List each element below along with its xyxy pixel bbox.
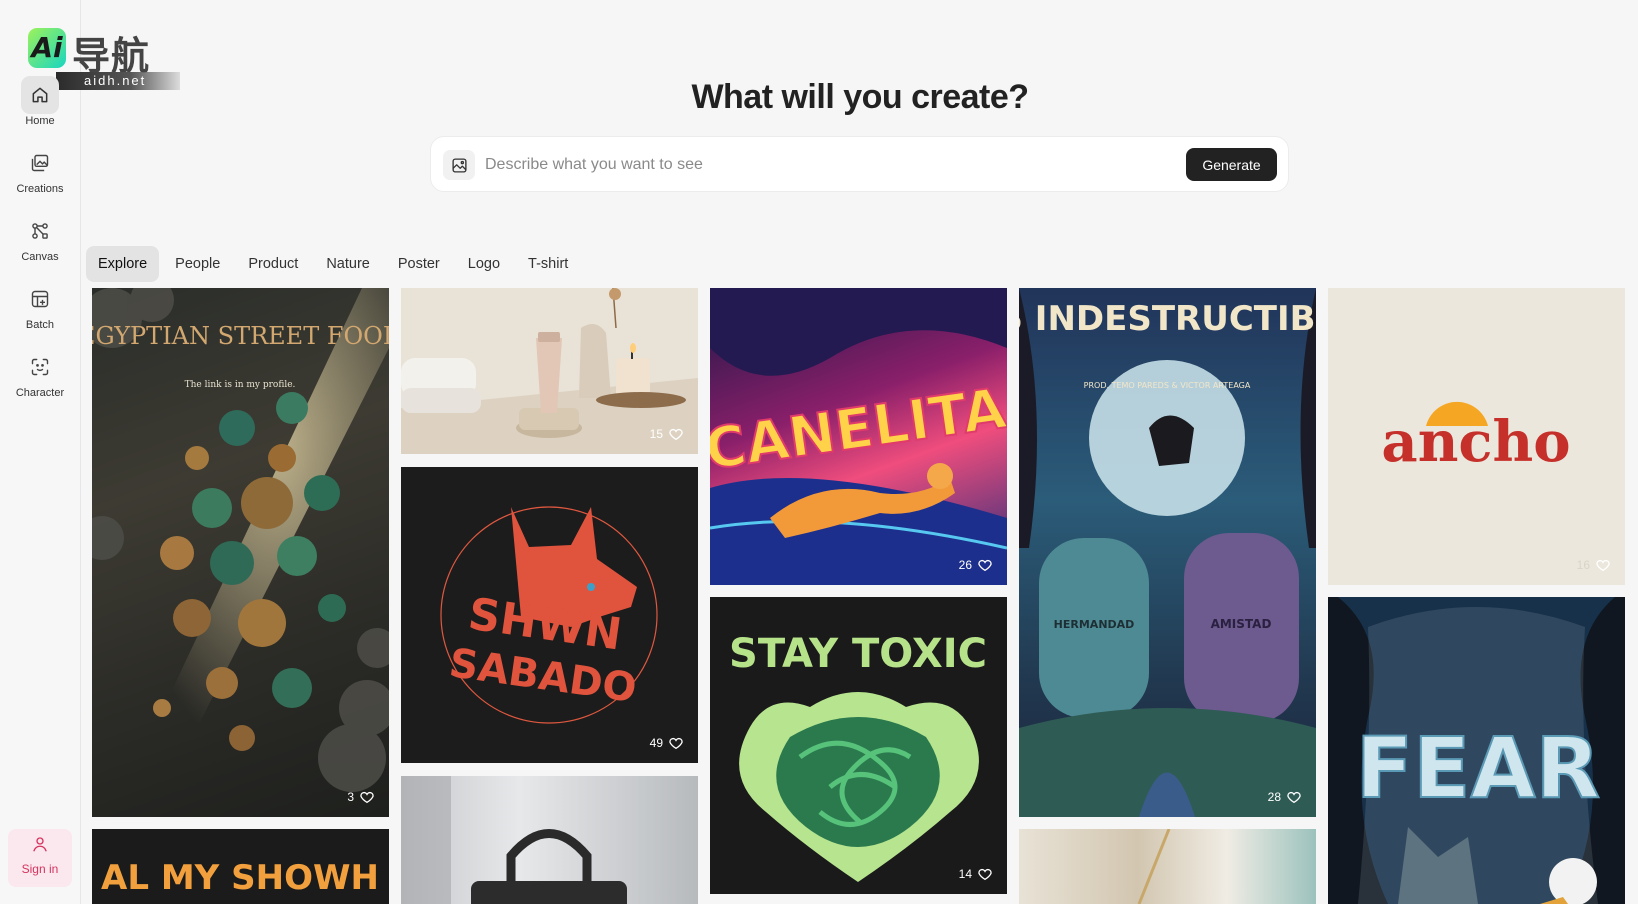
heart-icon <box>978 868 992 881</box>
gallery-card-fear[interactable]: FEAR <box>1328 597 1625 904</box>
card-title: LOS INDESTRUCTIBLES <box>1019 299 1316 339</box>
card-title: FEAR <box>1356 719 1600 817</box>
card-artwork: AL MY SHOWH <box>101 858 379 898</box>
card-title: EGYPTIAN STREET FOOD <box>92 322 389 350</box>
category-tabs: Explore People Product Nature Poster Log… <box>86 246 584 282</box>
like-count: 49 <box>649 736 663 750</box>
like-count: 3 <box>347 790 354 804</box>
card-artwork: LOS INDESTRUCTIBLES PROD. TEMO PAREDS & … <box>1019 288 1316 817</box>
image-upload-button[interactable] <box>443 150 475 180</box>
sidebar: Ai 导航 aidh.net Home Creations Canvas Bat… <box>0 0 180 904</box>
card-title: ancho <box>1381 409 1570 475</box>
like-count: 28 <box>1267 790 1281 804</box>
sidebar-item-home[interactable]: Home <box>0 76 80 136</box>
heart-icon <box>360 791 374 804</box>
sidebar-item-batch[interactable]: Batch <box>0 280 80 340</box>
gallery-card-staytoxic[interactable]: STAY TOXIC 14 <box>710 597 1007 894</box>
card-artwork: ancho <box>1381 401 1571 475</box>
page-title: What will you create? <box>691 78 1029 116</box>
sidebar-item-label: Batch <box>25 319 55 331</box>
tab-nature[interactable]: Nature <box>314 246 382 282</box>
heart-icon <box>669 737 683 750</box>
gallery-card-egyptian[interactable]: EGYPTIAN STREET FOOD The link is in my p… <box>92 288 389 817</box>
heart-icon <box>1596 559 1610 572</box>
like-count: 16 <box>1576 558 1590 572</box>
like-counter[interactable]: 3 <box>347 789 375 805</box>
tab-people[interactable]: People <box>163 246 232 282</box>
tab-logo[interactable]: Logo <box>456 246 512 282</box>
sidebar-item-character[interactable]: Character <box>0 348 80 408</box>
sidebar-item-creations[interactable]: Creations <box>0 144 80 204</box>
tab-explore[interactable]: Explore <box>86 246 160 282</box>
images-icon <box>21 144 59 182</box>
like-counter[interactable]: 49 <box>650 735 684 751</box>
card-artwork <box>1137 829 1171 904</box>
card-artwork: CANELITA <box>710 288 1007 585</box>
like-counter[interactable]: 14 <box>959 866 993 882</box>
prompt-bar: Generate <box>430 136 1289 192</box>
card-subtitle: The link is in my profile. <box>185 380 296 390</box>
card-title: STAY TOXIC <box>729 631 987 677</box>
user-icon <box>33 837 47 852</box>
gallery-card-showh[interactable]: AL MY SHOWH <box>92 829 389 904</box>
logo-mark: Ai <box>28 28 66 68</box>
tab-tshirt[interactable]: T-shirt <box>516 246 580 282</box>
like-counter[interactable]: 26 <box>959 557 993 573</box>
sidebar-item-canvas[interactable]: Canvas <box>0 212 80 272</box>
card-artwork: SHWN SABADO <box>440 506 658 724</box>
sidebar-item-label: Home <box>25 115 55 127</box>
gallery-card-shwn[interactable]: SHWN SABADO 49 <box>401 467 698 763</box>
heart-icon <box>1287 791 1301 804</box>
like-counter[interactable]: 15 <box>650 426 684 442</box>
sign-in-button[interactable]: Sign in <box>8 829 72 887</box>
gallery-card-canelita[interactable]: CANELITA 26 <box>710 288 1007 585</box>
tab-poster[interactable]: Poster <box>386 246 452 282</box>
heart-icon <box>978 559 992 572</box>
card-artwork: FEAR <box>1338 597 1615 904</box>
card-tomb-left: HERMANDAD <box>1054 618 1135 631</box>
sign-in-label: Sign in <box>21 862 59 876</box>
image-add-icon <box>451 157 467 173</box>
sidebar-item-label: Creations <box>16 183 64 195</box>
home-icon <box>21 76 59 114</box>
gallery-card-curtain[interactable] <box>1019 829 1316 904</box>
card-artwork: STAY TOXIC <box>729 631 987 882</box>
gallery-card-handbag[interactable] <box>401 776 698 904</box>
like-count: 14 <box>958 867 972 881</box>
canvas-nodes-icon <box>21 212 59 250</box>
heart-icon <box>669 428 683 441</box>
card-title: CANELITA <box>710 376 1007 483</box>
card-title: AL MY SHOWH <box>101 858 379 898</box>
character-scan-icon <box>21 348 59 386</box>
tab-product[interactable]: Product <box>236 246 310 282</box>
card-artwork <box>401 776 627 904</box>
card-tomb-right: AMISTAD <box>1211 617 1272 631</box>
batch-grid-icon <box>21 280 59 318</box>
sidebar-item-label: Character <box>15 387 65 399</box>
prompt-input[interactable] <box>485 147 1085 183</box>
gallery-card-ancho[interactable]: ancho 16 <box>1328 288 1625 585</box>
like-count: 15 <box>649 427 663 441</box>
generate-button[interactable]: Generate <box>1186 148 1277 181</box>
gallery-card-indestructibles[interactable]: LOS INDESTRUCTIBLES PROD. TEMO PAREDS & … <box>1019 288 1316 817</box>
like-counter[interactable]: 16 <box>1577 557 1611 573</box>
like-counter[interactable]: 28 <box>1268 789 1302 805</box>
gallery-card-skincare[interactable]: 15 <box>401 288 698 454</box>
card-subtitle: PROD. TEMO PAREDS & VICTOR ARTEAGA <box>1084 381 1251 390</box>
like-count: 26 <box>958 558 972 572</box>
card-artwork: EGYPTIAN STREET FOOD The link is in my p… <box>92 288 389 817</box>
sidebar-item-label: Canvas <box>21 251 59 263</box>
